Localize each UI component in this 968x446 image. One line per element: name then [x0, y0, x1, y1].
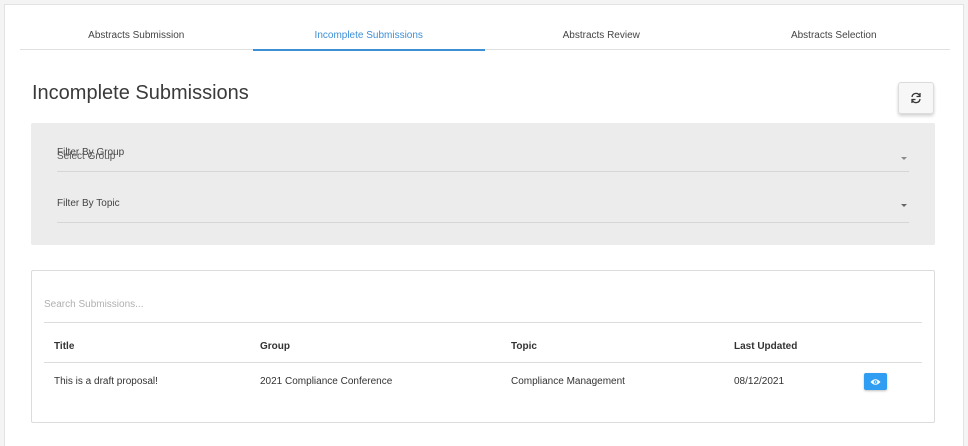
topic-select-label: Filter By Topic: [57, 198, 120, 209]
tab-bar: Abstracts Submission Incomplete Submissi…: [20, 24, 951, 51]
search-input[interactable]: [44, 289, 922, 319]
search-field: [44, 289, 922, 323]
tab-label: Abstracts Selection: [790, 30, 877, 41]
topic-select[interactable]: Filter By Topic: [57, 193, 909, 223]
column-header-title: Title: [54, 341, 75, 352]
tab-incomplete-submissions[interactable]: Incomplete Submissions: [252, 24, 486, 51]
cell-title: This is a draft proposal!: [54, 376, 158, 387]
refresh-icon: [911, 92, 921, 104]
view-button[interactable]: [864, 373, 887, 390]
cell-last-updated: 08/12/2021: [734, 376, 785, 387]
refresh-button[interactable]: [898, 82, 934, 114]
eye-icon: [870, 378, 881, 385]
cell-topic: Compliance Management: [511, 376, 625, 387]
tab-abstracts-review[interactable]: Abstracts Review: [485, 24, 718, 50]
chevron-down-icon: [901, 157, 907, 160]
group-select[interactable]: Filter By Group Select Group: [57, 143, 909, 172]
table-row: This is a draft proposal! 2021 Complianc…: [44, 363, 922, 399]
tab-abstracts-submission[interactable]: Abstracts Submission: [20, 24, 253, 50]
column-header-last-updated: Last Updated: [734, 341, 798, 352]
column-header-topic: Topic: [511, 341, 537, 352]
group-select-value: Select Group: [57, 151, 116, 162]
table-header: Title Group Topic Last Updated: [44, 329, 922, 363]
tab-abstracts-selection[interactable]: Abstracts Selection: [718, 24, 951, 50]
chevron-down-icon: [901, 204, 907, 207]
cell-group: 2021 Compliance Conference: [260, 376, 393, 387]
tab-label: Incomplete Submissions: [314, 30, 423, 41]
tab-label: Abstracts Review: [562, 30, 640, 41]
column-header-group: Group: [260, 341, 290, 352]
main-card: Abstracts Submission Incomplete Submissi…: [4, 4, 964, 446]
tab-label: Abstracts Submission: [88, 30, 185, 41]
filter-panel: Filter By Group Select Group Filter By T…: [31, 123, 935, 245]
page-title: Incomplete Submissions: [32, 82, 249, 104]
submissions-table-card: Title Group Topic Last Updated This is a…: [31, 270, 935, 423]
